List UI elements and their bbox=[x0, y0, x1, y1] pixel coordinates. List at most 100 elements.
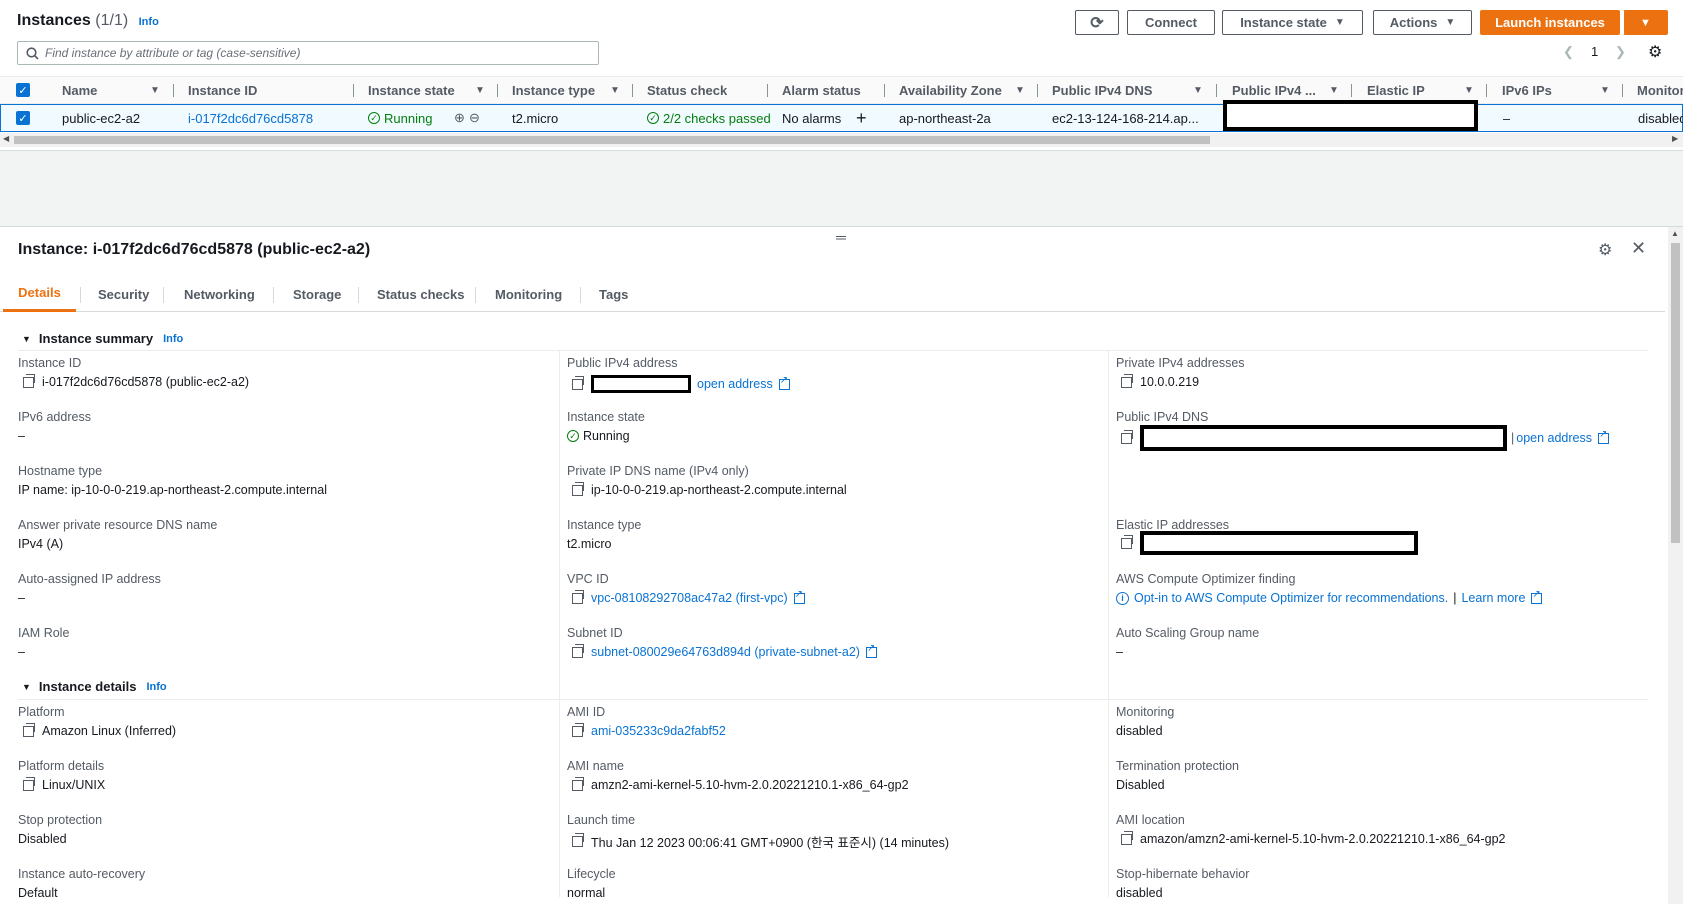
sort-icon[interactable]: ▼ bbox=[1193, 85, 1203, 96]
col-status-check[interactable]: Status check bbox=[647, 77, 727, 103]
add-alarm-icon[interactable]: + bbox=[856, 105, 867, 131]
tab-networking[interactable]: Networking bbox=[184, 276, 255, 312]
public-dns-label: Public IPv4 DNS bbox=[1116, 410, 1209, 424]
zoom-out-icon[interactable]: ⊖ bbox=[469, 105, 480, 131]
copy-icon[interactable] bbox=[23, 776, 35, 791]
select-all-checkbox[interactable]: ✓ bbox=[16, 77, 30, 103]
instance-state-label: Instance state bbox=[567, 410, 645, 424]
col-divider[interactable] bbox=[497, 84, 498, 97]
col-divider[interactable] bbox=[1622, 84, 1623, 97]
scroll-up-icon[interactable]: ▲ bbox=[1671, 229, 1679, 238]
vertical-scrollbar[interactable]: ▲ bbox=[1668, 227, 1683, 904]
ami-id-value: ami-035233c9da2fabf52 bbox=[572, 722, 726, 738]
prev-page-icon[interactable]: ❮ bbox=[1563, 44, 1574, 60]
ami-id-link[interactable]: ami-035233c9da2fabf52 bbox=[591, 724, 726, 738]
instance-summary-info-link[interactable]: Info bbox=[163, 333, 183, 345]
launch-dropdown-button[interactable]: ▼ bbox=[1623, 10, 1668, 35]
col-divider[interactable] bbox=[1351, 84, 1352, 97]
copy-icon[interactable] bbox=[1121, 534, 1133, 549]
external-link-icon[interactable] bbox=[865, 643, 877, 658]
copy-icon[interactable] bbox=[572, 375, 584, 390]
scroll-left-icon[interactable]: ◀ bbox=[3, 134, 9, 143]
copy-icon[interactable] bbox=[1121, 429, 1133, 444]
vpc-id-link[interactable]: vpc-08108292708ac47a2 (first-vpc) bbox=[591, 591, 788, 605]
col-instance-state[interactable]: Instance state bbox=[368, 77, 455, 103]
copy-icon[interactable] bbox=[572, 833, 584, 847]
copy-icon[interactable] bbox=[1121, 373, 1133, 388]
col-instance-type[interactable]: Instance type bbox=[512, 77, 595, 103]
col-divider[interactable] bbox=[1037, 84, 1038, 97]
instance-summary-toggle[interactable]: ▼ Instance summary Info bbox=[22, 331, 183, 346]
copy-icon[interactable] bbox=[23, 722, 35, 737]
col-alarm-status[interactable]: Alarm status bbox=[782, 77, 861, 103]
zoom-in-icon[interactable]: ⊕ bbox=[454, 105, 465, 131]
settings-gear-icon[interactable]: ⚙ bbox=[1648, 42, 1662, 62]
col-divider[interactable] bbox=[767, 84, 768, 97]
actions-button[interactable]: Actions ▼ bbox=[1373, 10, 1472, 35]
scroll-thumb[interactable] bbox=[14, 136, 1210, 144]
col-monitoring[interactable]: Monitor bbox=[1637, 77, 1683, 103]
sort-icon[interactable]: ▼ bbox=[475, 85, 485, 96]
col-divider[interactable] bbox=[632, 84, 633, 97]
copy-icon[interactable] bbox=[23, 373, 35, 388]
public-ipv4-label: Public IPv4 address bbox=[567, 356, 678, 370]
sort-icon[interactable]: ▼ bbox=[1329, 85, 1339, 96]
scroll-right-icon[interactable]: ▶ bbox=[1672, 134, 1678, 143]
col-divider[interactable] bbox=[1216, 84, 1217, 97]
instance-details-info-link[interactable]: Info bbox=[146, 681, 166, 693]
col-instance-id[interactable]: Instance ID bbox=[188, 77, 257, 103]
col-divider[interactable] bbox=[884, 84, 885, 97]
copy-icon[interactable] bbox=[572, 589, 584, 604]
refresh-button[interactable]: ⟳ bbox=[1075, 10, 1119, 35]
copy-icon[interactable] bbox=[572, 722, 584, 737]
search-box[interactable] bbox=[17, 41, 599, 65]
optimizer-opt-in-link[interactable]: Opt-in to AWS Compute Optimizer for reco… bbox=[1134, 591, 1448, 605]
tab-status-checks[interactable]: Status checks bbox=[377, 276, 464, 312]
col-ipv6-ips[interactable]: IPv6 IPs bbox=[1502, 77, 1552, 103]
col-public-ipv4-dns[interactable]: Public IPv4 DNS bbox=[1052, 77, 1152, 103]
copy-icon[interactable] bbox=[572, 776, 584, 791]
tab-security[interactable]: Security bbox=[98, 276, 149, 312]
learn-more-link[interactable]: Learn more bbox=[1461, 591, 1525, 605]
sort-icon[interactable]: ▼ bbox=[1015, 85, 1025, 96]
tab-tags[interactable]: Tags bbox=[599, 276, 628, 312]
launch-instances-button[interactable]: Launch instances bbox=[1480, 10, 1620, 35]
copy-icon[interactable] bbox=[572, 481, 584, 496]
subnet-id-link[interactable]: subnet-080029e64763d894d (private-subnet… bbox=[591, 645, 860, 659]
col-name[interactable]: Name bbox=[62, 77, 97, 103]
open-address-link[interactable]: open address bbox=[697, 377, 773, 391]
next-page-icon[interactable]: ❯ bbox=[1615, 44, 1626, 60]
sort-icon[interactable]: ▼ bbox=[150, 85, 160, 96]
col-divider[interactable] bbox=[1486, 84, 1487, 97]
col-divider[interactable] bbox=[173, 84, 174, 97]
instances-info-link[interactable]: Info bbox=[139, 16, 159, 28]
connect-button[interactable]: Connect bbox=[1127, 10, 1215, 35]
copy-icon[interactable] bbox=[572, 643, 584, 658]
close-icon[interactable]: ✕ bbox=[1631, 238, 1646, 259]
horizontal-scrollbar[interactable]: ◀ ▶ bbox=[0, 133, 1683, 147]
tab-storage[interactable]: Storage bbox=[293, 276, 341, 312]
copy-icon[interactable] bbox=[1121, 830, 1133, 845]
external-link-icon[interactable] bbox=[1531, 589, 1543, 604]
external-link-icon[interactable] bbox=[793, 589, 805, 604]
detail-settings-gear-icon[interactable]: ⚙ bbox=[1598, 240, 1612, 260]
row-checkbox[interactable]: ✓ bbox=[16, 105, 30, 131]
instance-details-toggle[interactable]: ▼ Instance details Info bbox=[22, 679, 167, 694]
sort-icon[interactable]: ▼ bbox=[1464, 85, 1474, 96]
open-address-link[interactable]: open address bbox=[1516, 431, 1592, 445]
tab-monitoring[interactable]: Monitoring bbox=[495, 276, 562, 312]
sort-icon[interactable]: ▼ bbox=[1600, 85, 1610, 96]
resize-handle-icon[interactable]: ═ bbox=[836, 229, 846, 245]
row-instance-id-link[interactable]: i-017f2dc6d76cd5878 bbox=[188, 105, 313, 131]
sort-icon[interactable]: ▼ bbox=[610, 85, 620, 96]
instance-state-button[interactable]: Instance state ▼ bbox=[1222, 10, 1363, 35]
scroll-thumb[interactable] bbox=[1671, 243, 1680, 543]
external-link-icon[interactable] bbox=[1598, 429, 1610, 444]
external-link-icon[interactable] bbox=[778, 375, 790, 390]
col-availability-zone[interactable]: Availability Zone bbox=[899, 77, 1002, 103]
page-number[interactable]: 1 bbox=[1591, 44, 1598, 59]
col-divider[interactable] bbox=[353, 84, 354, 97]
search-input[interactable] bbox=[45, 46, 585, 60]
tab-details[interactable]: Details bbox=[3, 276, 76, 312]
actions-label: Actions bbox=[1389, 15, 1438, 30]
